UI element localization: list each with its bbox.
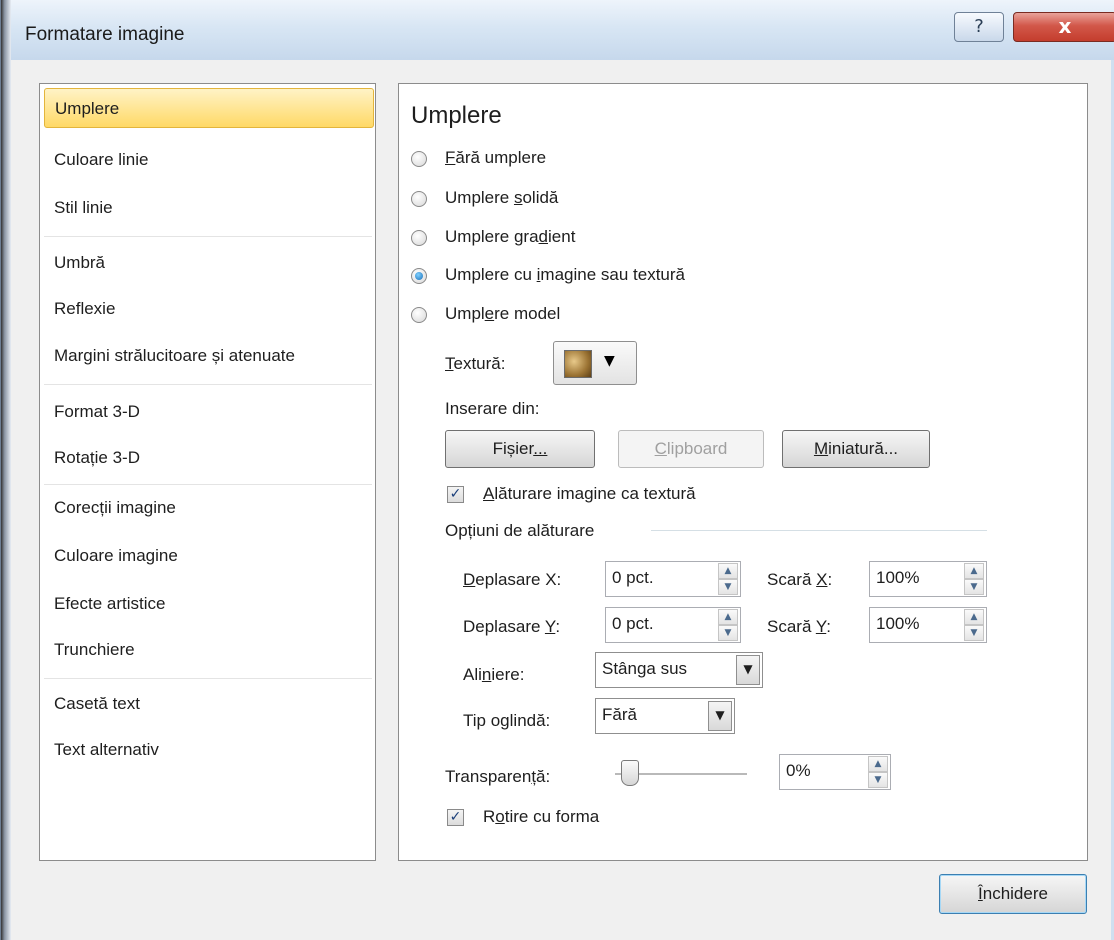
radio-circle — [411, 191, 427, 207]
category-label: Rotație 3-D — [54, 448, 140, 467]
background-edge — [1, 0, 11, 940]
category-item-3d-format[interactable]: Format 3-D — [44, 392, 374, 432]
close-button[interactable]: Închidere — [939, 874, 1087, 914]
category-label: Format 3-D — [54, 402, 140, 421]
panel-heading: Umplere — [411, 102, 502, 129]
dropdown-arrow-icon: ▼ — [604, 353, 615, 369]
category-label: Culoare linie — [54, 150, 149, 169]
texture-swatch-icon — [564, 350, 592, 378]
category-divider — [44, 236, 372, 237]
category-item-line-style[interactable]: Stil linie — [44, 188, 374, 228]
spin-down-icon[interactable]: ▼ — [718, 625, 738, 641]
category-label: Trunchiere — [54, 640, 135, 659]
help-button[interactable]: ? — [954, 12, 1004, 42]
radio-label: Umplere model — [445, 304, 561, 323]
title-bar[interactable]: Formatare imagine ? x — [11, 0, 1114, 60]
insert-from-label: Inserare din: — [445, 399, 540, 418]
category-label: Text alternativ — [54, 740, 159, 759]
fill-settings-panel: Umplere Fără umplere Umplere solidă Umpl… — [398, 83, 1088, 861]
category-label: Reflexie — [54, 299, 116, 318]
mirror-type-dropdown[interactable]: Fără ▼ — [595, 698, 735, 734]
category-divider — [44, 384, 372, 385]
close-icon: x — [1058, 14, 1072, 38]
spin-up-icon[interactable]: ▲ — [964, 609, 984, 625]
category-label: Margini strălucitoare și atenuate — [54, 346, 295, 365]
chevron-down-icon: ▼ — [708, 701, 732, 731]
question-icon: ? — [974, 16, 984, 37]
checkmark-icon: ✓ — [447, 486, 464, 503]
spin-up-icon[interactable]: ▲ — [718, 563, 738, 579]
category-item-text-box[interactable]: Casetă text — [44, 684, 374, 724]
mirror-type-label: Tip oglindă: — [463, 711, 551, 730]
texture-label: Textură: — [445, 354, 506, 373]
category-label: Corecții imagine — [54, 498, 176, 517]
spin-down-icon[interactable]: ▼ — [718, 579, 738, 595]
radio-label: Umplere gradient — [445, 227, 576, 246]
checkmark-icon: ✓ — [447, 809, 464, 826]
checkbox-label: Rotire cu forma — [483, 807, 600, 826]
scale-y-label: Scară Y: — [767, 617, 831, 636]
category-item-line-color[interactable]: Culoare linie — [44, 140, 374, 180]
spin-up-icon[interactable]: ▲ — [964, 563, 984, 579]
dialog-title: Formatare imagine — [25, 24, 185, 45]
category-label: Culoare imagine — [54, 546, 178, 565]
category-list: Umplere Culoare linie Stil linie Umbră R… — [39, 83, 376, 861]
category-item-3d-rotation[interactable]: Rotație 3-D — [44, 438, 374, 478]
offset-x-label: Deplasare X: — [463, 570, 562, 589]
category-item-glow-soft-edges[interactable]: Margini strălucitoare și atenuate — [44, 336, 374, 376]
spin-down-icon[interactable]: ▼ — [964, 579, 984, 595]
format-picture-dialog: Formatare imagine ? x Umplere Culoare li… — [0, 0, 1114, 940]
category-item-picture-color[interactable]: Culoare imagine — [44, 536, 374, 576]
offset-y-label: Deplasare Y: — [463, 617, 561, 636]
tiling-options-heading: Opțiuni de alăturare — [445, 521, 595, 540]
radio-circle-selected — [411, 268, 427, 284]
spin-up-icon[interactable]: ▲ — [718, 609, 738, 625]
category-item-shadow[interactable]: Umbră — [44, 243, 374, 283]
spin-up-icon[interactable]: ▲ — [868, 756, 888, 772]
category-label: Umplere — [55, 99, 120, 118]
scale-x-label: Scară X: — [767, 570, 833, 589]
spin-down-icon[interactable]: ▼ — [868, 772, 888, 788]
group-divider — [651, 530, 987, 531]
transparency-slider-thumb[interactable] — [621, 760, 639, 786]
texture-picker[interactable]: ▼ — [553, 341, 637, 385]
radio-circle — [411, 307, 427, 323]
category-label: Umbră — [54, 253, 106, 272]
spin-down-icon[interactable]: ▼ — [964, 625, 984, 641]
category-item-crop[interactable]: Trunchiere — [44, 630, 374, 670]
checkbox-label: Alăturare imagine ca textură — [483, 484, 696, 503]
category-divider — [44, 678, 372, 679]
radio-label: Fără umplere — [445, 148, 547, 167]
radio-circle — [411, 230, 427, 246]
alignment-label: Aliniere: — [463, 665, 525, 684]
category-label: Casetă text — [54, 694, 140, 713]
alignment-dropdown[interactable]: Stânga sus ▼ — [595, 652, 763, 688]
close-window-button[interactable]: x — [1013, 12, 1114, 42]
category-item-reflection[interactable]: Reflexie — [44, 289, 374, 329]
clipart-button[interactable]: Miniatură... — [782, 430, 930, 468]
chevron-down-icon: ▼ — [736, 655, 760, 685]
category-label: Stil linie — [54, 198, 113, 217]
category-label: Efecte artistice — [54, 594, 166, 613]
radio-circle — [411, 151, 427, 167]
file-button[interactable]: Fișier... — [445, 430, 595, 468]
category-divider — [44, 484, 372, 485]
radio-label: Umplere solidă — [445, 188, 559, 207]
category-item-picture-corrections[interactable]: Corecții imagine — [44, 488, 374, 528]
category-item-fill[interactable]: Umplere — [44, 88, 374, 128]
radio-label: Umplere cu imagine sau textură — [445, 265, 686, 284]
category-item-alt-text[interactable]: Text alternativ — [44, 730, 374, 770]
category-item-artistic-effects[interactable]: Efecte artistice — [44, 584, 374, 624]
transparency-label: Transparență: — [445, 767, 551, 786]
clipboard-button[interactable]: Clipboard — [618, 430, 764, 468]
